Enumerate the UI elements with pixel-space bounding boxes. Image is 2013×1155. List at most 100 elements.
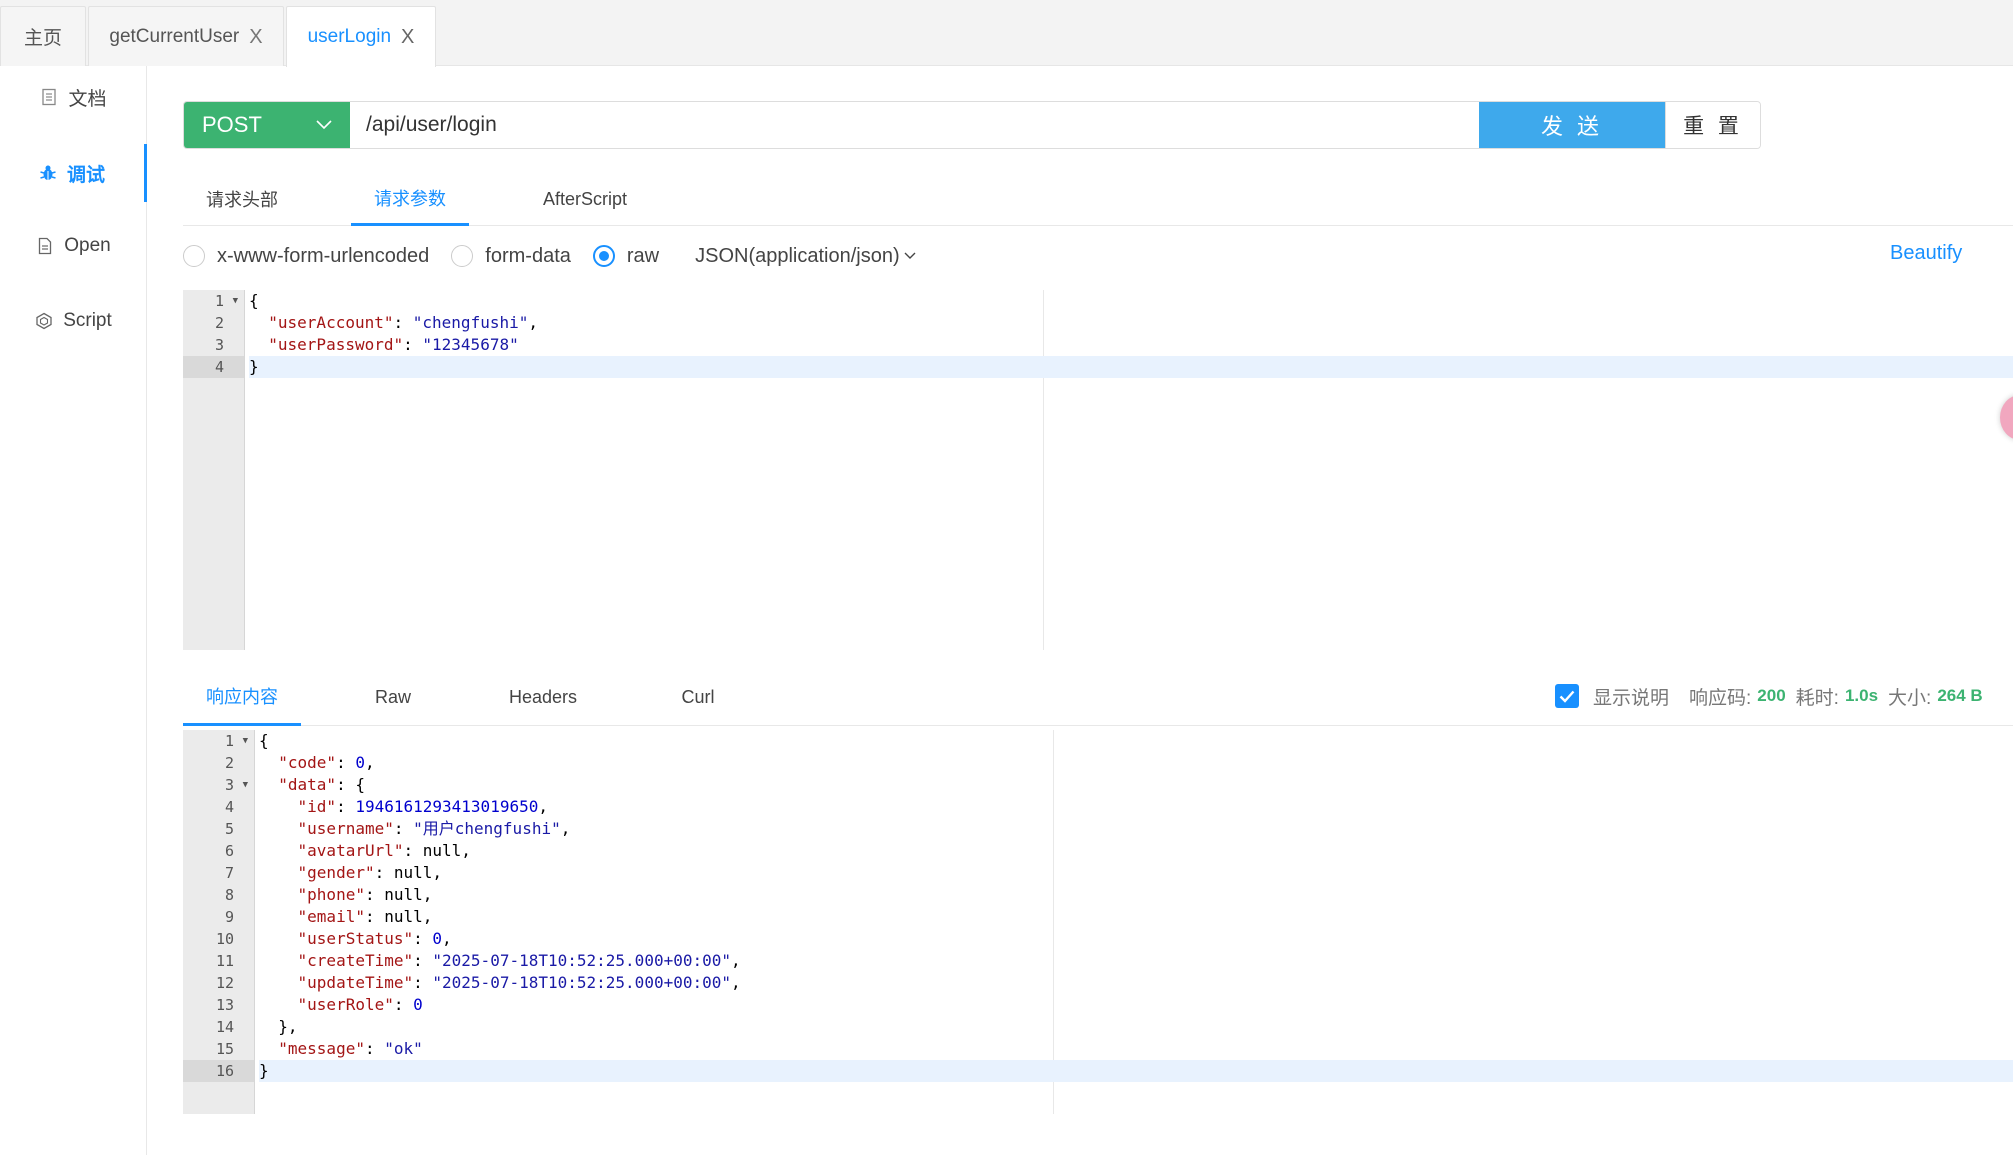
code-line: "userPassword": "12345678": [268, 335, 519, 354]
line-number: 7: [224, 864, 234, 882]
method-label: POST: [202, 112, 262, 137]
reset-button[interactable]: 重 置: [1665, 102, 1760, 148]
code-line: {: [249, 291, 259, 310]
line-number: 14: [215, 1018, 234, 1036]
close-icon[interactable]: X: [249, 27, 262, 47]
url-input[interactable]: [350, 102, 1479, 148]
tab-user-login-label: userLogin: [307, 26, 392, 47]
file-icon: [39, 237, 52, 255]
code-line: "username": "用户chengfushi",: [297, 819, 571, 838]
line-number: 4: [183, 356, 244, 378]
tab-request-headers[interactable]: 请求头部: [183, 172, 301, 226]
radio-circle-selected[interactable]: [592, 245, 615, 267]
sidebar-item-debug-label: 调试: [66, 164, 105, 186]
line-number: 1 ▼: [224, 730, 248, 752]
line-number: 12: [215, 974, 234, 992]
code-line: },: [259, 1017, 298, 1036]
line-number: 15: [215, 1040, 234, 1058]
code-line: "phone": null,: [297, 885, 433, 904]
tab-response-headers[interactable]: Headers: [483, 668, 603, 726]
line-number: 11: [215, 952, 234, 970]
line-number: 1 ▼: [214, 290, 238, 312]
chevron-down-icon: [316, 120, 332, 130]
code-line: "message": "ok": [278, 1039, 423, 1058]
request-url-bar: POST 发 送 重 置: [183, 101, 1761, 149]
tab-response-raw[interactable]: Raw: [343, 668, 443, 726]
tab-response-curl[interactable]: Curl: [648, 668, 748, 726]
code-line: {: [259, 731, 269, 750]
size-value: 264 B: [1937, 686, 1983, 705]
code-line: "userAccount": "chengfushi",: [268, 313, 538, 332]
content-type-select[interactable]: JSON(application/json): [695, 245, 916, 268]
tab-home[interactable]: 主页: [0, 6, 86, 66]
fold-arrow-icon[interactable]: ▼: [243, 730, 248, 752]
code-line: "userStatus": 0,: [297, 929, 452, 948]
send-button[interactable]: 发 送: [1479, 102, 1665, 148]
code-line: "userRole": 0: [297, 995, 423, 1014]
sidebar-item-open[interactable]: Open: [0, 218, 147, 274]
radio-circle[interactable]: [451, 245, 474, 267]
content-type-label: JSON(application/json): [695, 244, 900, 267]
code-line: "createTime": "2025-07-18T10:52:25.000+0…: [297, 951, 741, 970]
code-icon: [36, 312, 52, 330]
tab-user-login[interactable]: userLogin X: [286, 6, 436, 67]
tab-response-content[interactable]: 响应内容: [183, 668, 301, 726]
tab-get-current-user-label: getCurrentUser: [109, 25, 240, 47]
radio-urlencoded-label: x-www-form-urlencoded: [217, 244, 430, 267]
line-number: 10: [215, 930, 234, 948]
radio-urlencoded[interactable]: x-www-form-urlencoded: [183, 245, 429, 268]
chevron-down-icon: [904, 252, 916, 259]
code-line: "avatarUrl": null,: [297, 841, 471, 860]
show-desc-label: 显示说明: [1593, 687, 1670, 709]
bug-icon: [40, 165, 56, 180]
code-line: }: [259, 1060, 2013, 1082]
sidebar-item-script-label: Script: [63, 310, 112, 331]
fold-arrow-icon[interactable]: ▼: [243, 774, 248, 796]
method-select[interactable]: POST: [184, 102, 350, 148]
response-body-editor[interactable]: 1 ▼ 2 3 ▼ 4 5 6 7 8 9 10 11 12 13 14 15 16 { "code": 0, "…: [183, 730, 2013, 1114]
code-line: "code": 0,: [278, 753, 375, 772]
top-tab-bar: 主页 getCurrentUser X userLogin X: [0, 0, 2013, 67]
code-line: "gender": null,: [297, 863, 443, 882]
sidebar-item-docs[interactable]: 文档: [0, 69, 147, 125]
size-label: 大小:: [1888, 687, 1932, 709]
status-value: 200: [1757, 686, 1786, 705]
tab-after-script[interactable]: AfterScript: [523, 172, 647, 226]
request-body-editor[interactable]: 1 ▼ 2 3 4 { "userAccount": "chengfushi", …: [183, 290, 2013, 650]
response-meta: 显示说明 响应码: 200 耗时: 1.0s 大小: 264 B: [1555, 680, 1993, 712]
time-label: 耗时:: [1795, 687, 1839, 709]
line-number: 13: [215, 996, 234, 1014]
fold-arrow-icon[interactable]: ▼: [233, 290, 238, 312]
radio-raw-label: raw: [626, 244, 660, 267]
line-number: 2: [224, 754, 234, 772]
sidebar-item-script[interactable]: Script: [0, 293, 147, 349]
response-code-lines: { "code": 0, "data": { "id": 19461612934…: [259, 730, 2013, 1082]
request-tabs: 请求头部 请求参数 AfterScript: [183, 172, 2013, 226]
line-number: 6: [224, 842, 234, 860]
code-line: "id": 1946161293413019650,: [297, 797, 548, 816]
close-icon[interactable]: X: [401, 27, 414, 47]
line-number: 3: [214, 336, 224, 354]
beautify-link[interactable]: Beautify: [1890, 242, 1962, 265]
line-number: 3 ▼: [224, 774, 248, 796]
sidebar-item-debug[interactable]: 调试: [0, 144, 147, 202]
line-number: 16: [183, 1060, 254, 1082]
show-desc-checkbox[interactable]: [1555, 684, 1579, 708]
sidebar-item-open-label: Open: [64, 235, 111, 256]
line-number: 9: [224, 908, 234, 926]
request-code-lines: { "userAccount": "chengfushi", "userPass…: [249, 290, 2013, 378]
radio-form-data-label: form-data: [485, 244, 571, 267]
status-label: 响应码:: [1689, 687, 1752, 709]
sidebar-item-docs-label: 文档: [68, 88, 107, 110]
radio-form-data[interactable]: form-data: [451, 245, 571, 268]
code-line: "updateTime": "2025-07-18T10:52:25.000+0…: [297, 973, 741, 992]
time-value: 1.0s: [1844, 686, 1879, 705]
document-icon: [42, 88, 57, 106]
radio-circle[interactable]: [183, 245, 205, 267]
code-line: "email": null,: [297, 907, 433, 926]
sidebar: 文档 调试 Open Script: [0, 66, 147, 1155]
radio-raw[interactable]: raw: [592, 244, 660, 268]
tab-get-current-user[interactable]: getCurrentUser X: [88, 6, 284, 66]
response-editor-gutter: 1 ▼ 2 3 ▼ 4 5 6 7 8 9 10 11 12 13 14 15 16: [183, 730, 255, 1114]
tab-request-params[interactable]: 请求参数: [351, 172, 469, 226]
